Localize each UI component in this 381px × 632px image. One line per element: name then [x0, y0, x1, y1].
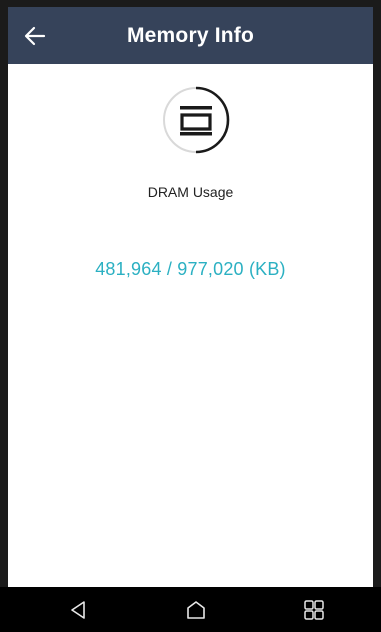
- system-nav-bar: [0, 587, 381, 632]
- app-content: Memory Info DRAM Usage 481,964 / 977,020…: [8, 7, 373, 587]
- triangle-back-icon: [71, 601, 85, 619]
- back-button[interactable]: [18, 21, 52, 51]
- nav-home-button[interactable]: [178, 595, 214, 625]
- app-bar: Memory Info: [8, 7, 373, 64]
- grid-recents-icon: [304, 600, 324, 620]
- page-title: Memory Info: [126, 24, 255, 47]
- usage-label: DRAM Usage: [147, 184, 234, 200]
- home-icon: [187, 601, 205, 619]
- screen: Memory Info DRAM Usage 481,964 / 977,020…: [0, 0, 381, 632]
- memory-chip-icon: [163, 86, 230, 154]
- nav-back-button[interactable]: [60, 595, 96, 625]
- usage-value: 481,964 / 977,020 (KB): [95, 259, 286, 279]
- arrow-left-icon: [24, 26, 46, 46]
- nav-recents-button[interactable]: [296, 595, 332, 625]
